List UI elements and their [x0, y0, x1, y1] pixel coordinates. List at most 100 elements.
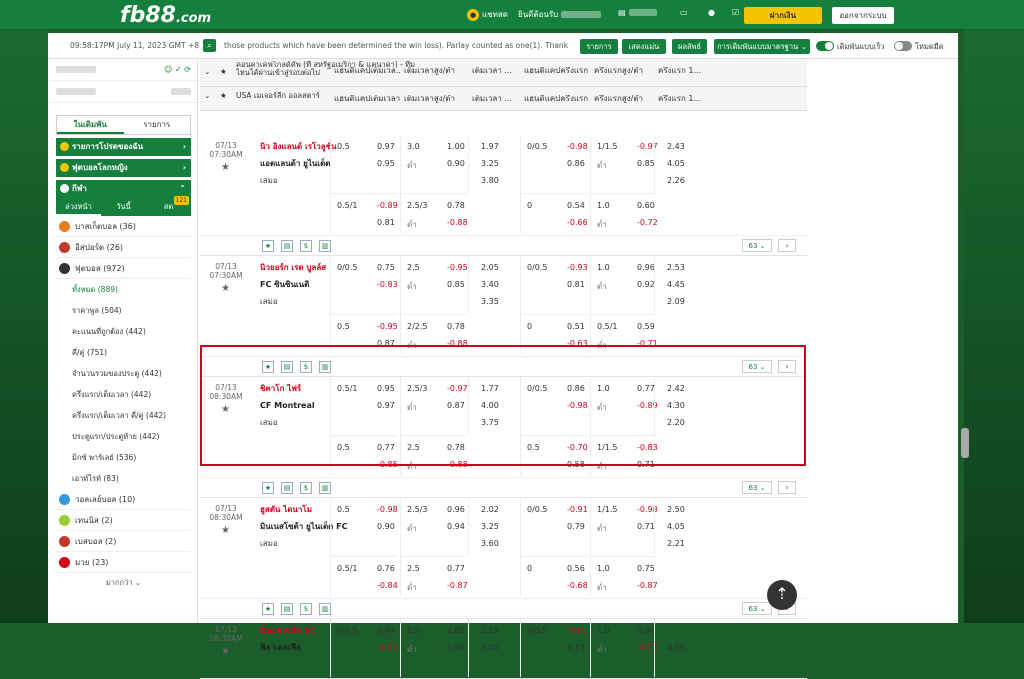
stats-icon[interactable]: ▤: [281, 603, 293, 615]
odds-value[interactable]: 0.60: [637, 201, 655, 210]
football-market-item[interactable]: ครึ่งแรก/เต็มเวลา คี่/คู่ (442): [56, 405, 191, 426]
next-arrow-button[interactable]: ›: [778, 481, 796, 494]
odds-value[interactable]: -0.93: [567, 263, 588, 272]
odds-value[interactable]: 0.90: [447, 159, 465, 168]
chart-icon[interactable]: ▥: [319, 240, 331, 252]
favorite-star-icon[interactable]: ★: [221, 525, 230, 536]
collapse-icon[interactable]: ⌄: [204, 68, 210, 76]
odds-value[interactable]: 0.95: [377, 159, 395, 168]
scrollbar[interactable]: [961, 428, 969, 458]
deposit-button[interactable]: ฝากเงิน: [744, 7, 822, 24]
scroll-to-top-button[interactable]: ⇡: [767, 580, 797, 610]
odds-value[interactable]: 0.59: [637, 322, 655, 331]
odds-value[interactable]: 4.05: [667, 159, 685, 168]
cashout-icon[interactable]: $: [300, 603, 312, 615]
football-market-item[interactable]: ทั้งหมด (889): [56, 279, 191, 300]
odds-value[interactable]: -0.95: [447, 263, 468, 272]
favorite-star-icon[interactable]: ★: [221, 162, 230, 173]
favorite-icon[interactable]: ★: [262, 240, 274, 252]
football-market-item[interactable]: คี่/คู่ (751): [56, 342, 191, 363]
odds-value[interactable]: 2.21: [667, 539, 685, 548]
search-icon[interactable]: ⌕: [203, 39, 216, 52]
odds-value[interactable]: 1.00: [447, 142, 465, 151]
odds-value[interactable]: 0.86: [567, 159, 585, 168]
odds-value[interactable]: -0.91: [567, 505, 588, 514]
odds-value[interactable]: -0.66: [567, 218, 588, 227]
favorites-menu[interactable]: รายการโปรดของฉัน ›: [56, 138, 191, 156]
odds-value[interactable]: -0.87: [637, 581, 658, 590]
chart-icon[interactable]: ▥: [319, 603, 331, 615]
cashout-icon[interactable]: $: [300, 482, 312, 494]
football-market-item[interactable]: ประตูแรก/ประตูท้าย (442): [56, 426, 191, 447]
football-market-item[interactable]: ราคาพูล (504): [56, 300, 191, 321]
favorite-icon[interactable]: ★: [262, 603, 274, 615]
odds-value[interactable]: 3.05: [481, 643, 499, 652]
more-sports-link[interactable]: มากกว่า ⌄: [50, 577, 197, 589]
odds-value[interactable]: 0.78: [447, 201, 465, 210]
more-markets-button[interactable]: 63 ⌄: [742, 481, 772, 494]
sports-menu[interactable]: กีฬา ⌃: [56, 180, 191, 198]
cashout-icon[interactable]: $: [300, 240, 312, 252]
odds-value[interactable]: 3.25: [481, 159, 499, 168]
odds-value[interactable]: 2.02: [481, 505, 499, 514]
odds-value[interactable]: 3.40: [481, 280, 499, 289]
favorite-star-icon[interactable]: ★: [221, 646, 230, 657]
odds-value[interactable]: 0.56: [567, 564, 585, 573]
league-star-icon[interactable]: ★: [220, 87, 227, 105]
sport-item[interactable]: เทนนิส (2): [56, 510, 191, 531]
items-button[interactable]: รายการ: [580, 39, 618, 54]
football-market-item[interactable]: คะแนนที่ถูกต้อง (442): [56, 321, 191, 342]
tab-today[interactable]: วันนี้: [101, 198, 146, 216]
odds-value[interactable]: 0.85: [447, 280, 465, 289]
stats-icon[interactable]: ▤: [281, 240, 293, 252]
odds-value[interactable]: 0.96: [637, 263, 655, 272]
odds-value[interactable]: 0.54: [567, 201, 585, 210]
odds-value[interactable]: 0.79: [567, 522, 585, 531]
football-market-item[interactable]: มิกซ์ พาร์เลย์ (536): [56, 447, 191, 468]
odds-value[interactable]: -0.88: [447, 218, 468, 227]
odds-value[interactable]: 0.84: [377, 626, 395, 635]
odds-value[interactable]: 4.05: [667, 522, 685, 531]
odds-value[interactable]: 4.05: [667, 643, 685, 652]
odds-value[interactable]: 0.90: [377, 522, 395, 531]
odds-value[interactable]: 0.77: [447, 564, 465, 573]
promo-icon[interactable]: ▭: [680, 8, 688, 17]
odds-value[interactable]: 2.09: [667, 297, 685, 306]
odds-value[interactable]: 2.19: [481, 626, 499, 635]
more-markets-button[interactable]: 63 ⌄: [742, 602, 772, 615]
odds-value[interactable]: 0.92: [637, 280, 655, 289]
football-market-item[interactable]: ครึ่งแรก/เต็มเวลา (442): [56, 384, 191, 405]
odds-value[interactable]: -0.85: [567, 626, 588, 635]
odds-value[interactable]: 2.53: [667, 263, 685, 272]
odds-value[interactable]: 0.73: [567, 643, 585, 652]
odds-value[interactable]: -0.98: [567, 142, 588, 151]
logout-button[interactable]: ออกจากระบบ: [832, 7, 894, 24]
odds-value[interactable]: 0.85: [637, 159, 655, 168]
football-market-item[interactable]: จำนวนรวมของประตู (442): [56, 363, 191, 384]
odds-value[interactable]: 2.50: [667, 505, 685, 514]
dark-mode-toggle[interactable]: [894, 41, 912, 51]
tab-early[interactable]: ล่วงหน้า: [56, 198, 101, 216]
odds-value[interactable]: 0.78: [447, 322, 465, 331]
womens-world-cup-menu[interactable]: ฟุตบอลโลกหญิง ›: [56, 159, 191, 177]
more-markets-button[interactable]: 63 ⌄: [742, 239, 772, 252]
site-logo[interactable]: fb88.com: [120, 3, 211, 28]
odds-value[interactable]: 3.60: [481, 539, 499, 548]
quick-bet-toggle[interactable]: [816, 41, 834, 51]
odds-value[interactable]: 0.51: [567, 322, 585, 331]
sport-item[interactable]: ฟุตบอล (972): [56, 258, 191, 279]
odds-value[interactable]: -0.72: [637, 218, 658, 227]
odds-value[interactable]: 0.71: [637, 522, 655, 531]
odds-value[interactable]: -0.84: [377, 581, 398, 590]
tab-in-play[interactable]: ในเดิมพัน: [57, 116, 124, 134]
wallet-icon[interactable]: ▤: [618, 8, 657, 17]
favorite-icon[interactable]: ★: [262, 482, 274, 494]
sport-item[interactable]: มวย (23): [56, 552, 191, 573]
bet-mode-select[interactable]: การเดิมพันแบบมาตรฐาน ⌄: [714, 39, 810, 54]
odds-value[interactable]: 0.81: [567, 280, 585, 289]
odds-value[interactable]: 0.76: [377, 564, 395, 573]
odds-value[interactable]: 2.05: [481, 263, 499, 272]
chart-icon[interactable]: ▥: [319, 482, 331, 494]
tab-list[interactable]: รายการ: [124, 116, 191, 134]
odds-value[interactable]: 0.94: [447, 522, 465, 531]
